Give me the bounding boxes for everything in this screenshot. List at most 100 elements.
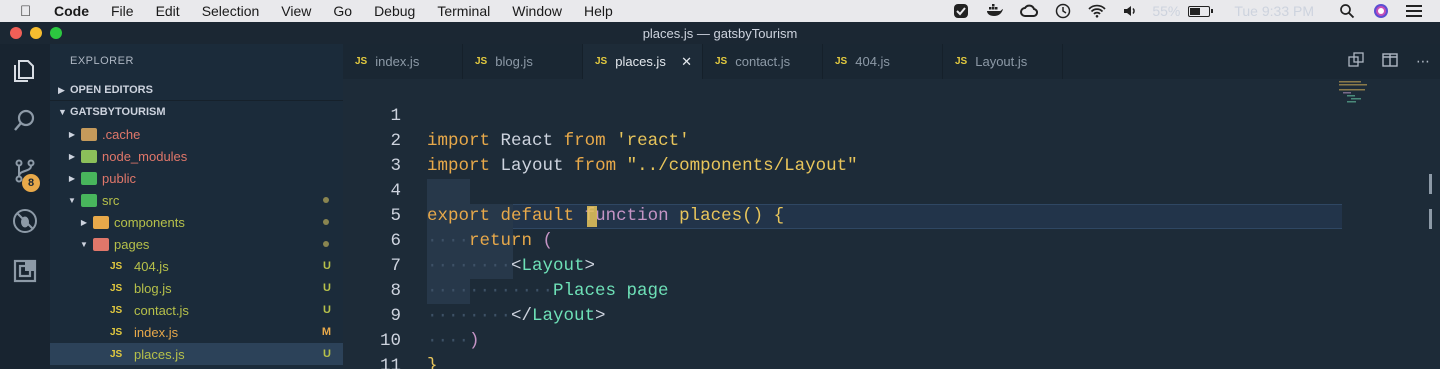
javascript-file-icon: JS (715, 56, 728, 67)
close-tab-icon[interactable]: ✕ (681, 54, 692, 70)
code-line-3: 3 (343, 129, 1343, 176)
public-folder-icon (81, 171, 97, 185)
source-control-badge: 8 (22, 174, 40, 192)
battery-icon[interactable] (1188, 5, 1214, 17)
javascript-file-icon: JS (955, 56, 968, 67)
wifi-icon[interactable] (1088, 4, 1106, 18)
spotlight-search-icon[interactable] (1338, 4, 1356, 19)
tree-item-placesjs[interactable]: JS places.js U (50, 343, 343, 365)
debug-activity-button[interactable] (0, 196, 50, 246)
tree-item-label: blog.js (134, 280, 172, 296)
modified-dot (323, 197, 329, 203)
volume-icon[interactable] (1122, 4, 1140, 18)
tab-label: contact.js (735, 54, 791, 69)
menu-go[interactable]: Go (333, 3, 352, 19)
scrollbar-marker[interactable] (1429, 209, 1432, 229)
tab-label: blog.js (495, 54, 533, 69)
tree-item-indexjs[interactable]: JS index.js M (50, 321, 343, 343)
docker-whale-icon[interactable] (986, 4, 1004, 18)
chevron-down-icon: ▼ (80, 239, 88, 249)
minimize-window-button[interactable] (30, 27, 42, 39)
code-token: } (427, 356, 438, 369)
siri-icon[interactable] (1372, 4, 1390, 18)
activity-bar: 8 (0, 44, 50, 369)
open-changes-icon[interactable] (1348, 52, 1364, 71)
chevron-right-icon: ▶ (68, 151, 76, 161)
notification-center-icon[interactable] (1406, 5, 1422, 17)
menu-help[interactable]: Help (584, 3, 613, 19)
checkmark-shield-icon[interactable] (952, 4, 970, 18)
minimap[interactable] (1339, 79, 1394, 119)
tree-item-label: pages (114, 236, 150, 252)
tab-layout-js[interactable]: JS Layout.js (943, 44, 1063, 79)
menu-selection[interactable]: Selection (202, 3, 260, 19)
tab-places-js[interactable]: JS places.js ✕ (583, 44, 703, 79)
code-line-8: 8 ········</Layout> (343, 254, 1343, 326)
tree-item-src[interactable]: ▼ src (50, 189, 343, 211)
battery-percent: 55% (1152, 3, 1181, 19)
window-controls (10, 27, 62, 39)
clock[interactable]: Tue 9:33 PM (1234, 3, 1314, 19)
code-line-10: 10 } (343, 304, 1343, 369)
tree-item-public[interactable]: ▶ public (50, 167, 343, 189)
tab-404-js[interactable]: JS 404.js (823, 44, 943, 79)
tree-item-label: .cache (102, 126, 141, 142)
tree-item-404js[interactable]: JS 404.js U (50, 255, 343, 277)
javascript-file-icon: JS (110, 304, 123, 316)
tree-item-label: 404.js (134, 258, 169, 274)
tab-index-js[interactable]: JS index.js (343, 44, 463, 79)
tab-blog-js[interactable]: JS blog.js (463, 44, 583, 79)
search-activity-button[interactable] (0, 96, 50, 146)
scrollbar-marker[interactable] (1429, 174, 1432, 194)
project-section[interactable]: ▼ GATSBYTOURISM (50, 101, 343, 123)
more-actions-icon[interactable]: ⋯ (1416, 53, 1430, 70)
zoom-window-button[interactable] (50, 27, 62, 39)
menu-file[interactable]: File (111, 3, 134, 19)
close-window-button[interactable] (10, 27, 22, 39)
tree-item-cache[interactable]: ▶ .cache (50, 123, 343, 145)
apple-menu-icon[interactable]:  (20, 3, 38, 20)
time-machine-icon[interactable] (1054, 3, 1072, 19)
extensions-icon (13, 259, 37, 283)
explorer-activity-button[interactable] (0, 46, 50, 96)
code-line-9: 9 ····) (343, 279, 1343, 351)
menu-view[interactable]: View (281, 3, 311, 19)
git-status-badge: M (321, 326, 331, 338)
tree-item-label: places.js (134, 346, 185, 362)
tree-item-components[interactable]: ▶ components (50, 211, 343, 233)
source-control-activity-button[interactable]: 8 (0, 146, 50, 196)
tree-item-blogjs[interactable]: JS blog.js U (50, 277, 343, 299)
node-folder-icon (81, 149, 97, 163)
tree-item-contactjs[interactable]: JS contact.js U (50, 299, 343, 321)
git-status-badge: U (323, 304, 331, 316)
menu-edit[interactable]: Edit (156, 3, 180, 19)
explorer-sidebar: EXPLORER ▶ OPEN EDITORS ▼ GATSBYTOURISM … (50, 44, 343, 369)
tab-contact-js[interactable]: JS contact.js (703, 44, 823, 79)
code-line-7: 7 ············Places page (343, 229, 1343, 301)
tree-item-label: contact.js (134, 302, 189, 318)
code-line-4: 4 export default function places() { (343, 154, 1343, 226)
tree-item-pages[interactable]: ▼ pages (50, 233, 343, 255)
editor-actions: ⋯ (1348, 44, 1430, 79)
creative-cloud-icon[interactable] (1020, 4, 1039, 18)
menu-terminal[interactable]: Terminal (437, 3, 490, 19)
code-editor[interactable]: 1 import React from 'react' 2 import Lay… (343, 79, 1440, 369)
extensions-activity-button[interactable] (0, 246, 50, 296)
chevron-down-icon: ▼ (58, 107, 67, 117)
text-cursor (587, 206, 597, 227)
menu-debug[interactable]: Debug (374, 3, 415, 19)
menu-app-code[interactable]: Code (54, 3, 89, 19)
tab-label: index.js (375, 54, 420, 69)
line-number: 11 (379, 356, 401, 369)
split-editor-icon[interactable] (1382, 52, 1398, 71)
files-icon (14, 60, 34, 82)
menu-window[interactable]: Window (512, 3, 562, 19)
window-titlebar: places.js — gatsbyTourism (0, 22, 1440, 44)
chevron-right-icon: ▶ (68, 173, 76, 183)
open-editors-section[interactable]: ▶ OPEN EDITORS (50, 79, 343, 101)
code-line-6: 6 ········<Layout> (343, 204, 1343, 276)
javascript-file-icon: JS (835, 56, 848, 67)
code-line-5: 5 ····return ( (343, 179, 1343, 251)
chevron-right-icon: ▶ (80, 217, 88, 227)
tree-item-node-modules[interactable]: ▶ node_modules (50, 145, 343, 167)
